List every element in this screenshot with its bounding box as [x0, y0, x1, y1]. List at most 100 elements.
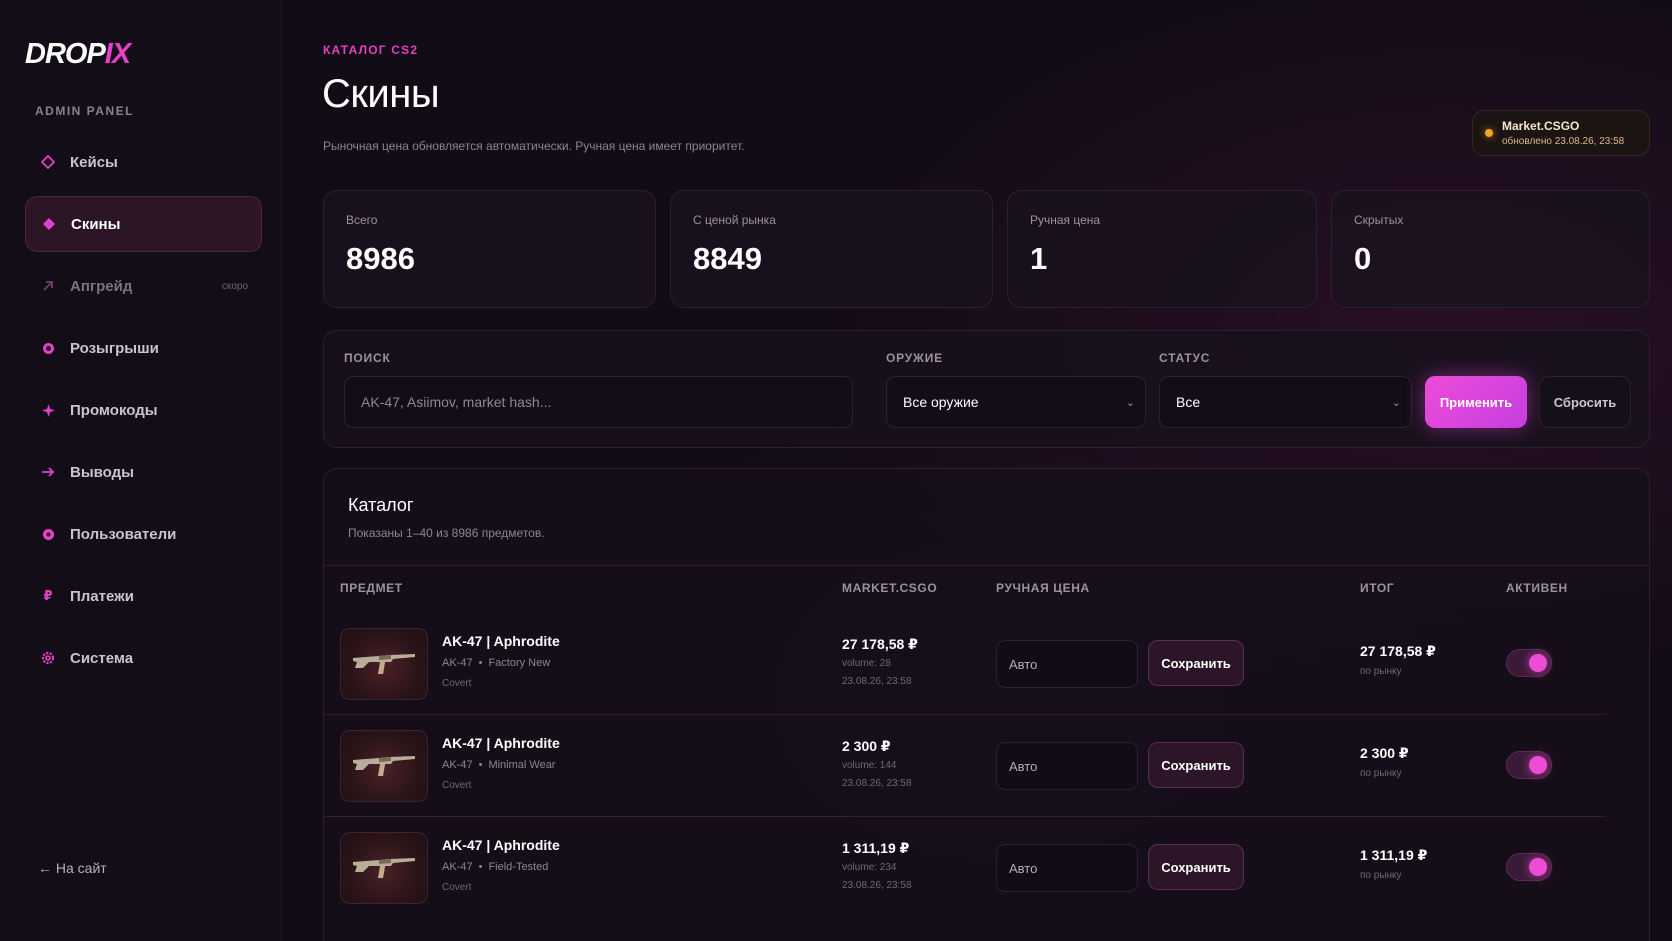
status-dot-icon [1485, 129, 1493, 137]
skin-name: AK-47 | Aphrodite [442, 837, 560, 853]
rifle-icon [353, 654, 415, 674]
filter-panel: ПОИСК ОРУЖИЕ Все оружие ⌄ СТАТУС Все ⌄ П… [323, 330, 1650, 448]
chevron-down-icon: ⌄ [1125, 396, 1135, 409]
total-price: 27 178,58 ₽ [1360, 643, 1436, 659]
stat-card-total: Всего 8986 [323, 190, 656, 308]
save-button[interactable]: Сохранить [1148, 844, 1244, 890]
toggle-knob [1529, 858, 1547, 876]
column-header-total: ИТОГ [1360, 581, 1395, 595]
arrow-up-right-icon [40, 278, 56, 294]
market-volume: volume: 234 [842, 862, 897, 873]
active-toggle[interactable] [1506, 649, 1552, 677]
total-source: по рынку [1360, 768, 1402, 779]
status-label: СТАТУС [1159, 351, 1211, 365]
rifle-icon [353, 858, 415, 878]
target-icon [40, 340, 56, 356]
active-toggle[interactable] [1506, 751, 1552, 779]
stat-value: 8986 [346, 241, 415, 276]
sidebar-item-giveaways[interactable]: Розыгрыши [25, 320, 262, 376]
save-button[interactable]: Сохранить [1148, 742, 1244, 788]
rifle-icon [353, 756, 415, 776]
weapon-select-value: Все оружие [903, 394, 979, 410]
column-header-item: ПРЕДМЕТ [340, 581, 403, 595]
sidebar-item-system[interactable]: Система [25, 630, 262, 686]
save-button[interactable]: Сохранить [1148, 640, 1244, 686]
market-status-badge: Market.CSGO обновлено 23.08.26, 23:58 [1472, 110, 1650, 156]
table-row: AK-47 | Aphrodite AK-47 • Field-Tested Cov… [324, 817, 1606, 919]
chevron-down-icon: ⌄ [1391, 396, 1401, 409]
skin-rarity: Covert [442, 678, 472, 689]
skin-rarity: Covert [442, 780, 472, 791]
search-label: ПОИСК [344, 351, 391, 365]
skin-meta: AK-47 • Minimal Wear [442, 759, 556, 771]
skin-name: AK-47 | Aphrodite [442, 633, 560, 649]
total-source: по рынку [1360, 666, 1402, 677]
sidebar-item-label: Пользователи [70, 525, 177, 543]
market-price: 2 300 ₽ [842, 738, 891, 754]
catalog-panel: Каталог Показаны 1–40 из 8986 предметов.… [323, 468, 1650, 941]
sidebar-item-upgrade[interactable]: Апгрейд скоро [25, 258, 262, 314]
stat-label: Скрытых [1354, 213, 1404, 227]
sidebar-item-label: Платежи [70, 587, 134, 605]
diamond-filled-icon [41, 216, 57, 232]
stat-card-hidden: Скрытых 0 [1331, 190, 1650, 308]
sidebar-item-cases[interactable]: Кейсы [25, 134, 262, 190]
market-status-title: Market.CSGO [1502, 119, 1580, 133]
sidebar-item-users[interactable]: Пользователи [25, 506, 262, 562]
skin-rarity: Covert [442, 882, 472, 893]
toggle-knob [1529, 756, 1547, 774]
sidebar: DROPIX ADMIN PANEL Кейсы Скины Апгрейд с… [0, 0, 282, 941]
user-dot-icon [40, 526, 56, 542]
market-price: 1 311,19 ₽ [842, 840, 910, 856]
weapon-select[interactable]: Все оружие ⌄ [886, 376, 1146, 428]
skin-name: AK-47 | Aphrodite [442, 735, 560, 751]
catalog-subtitle: Показаны 1–40 из 8986 предметов. [348, 526, 545, 540]
diamond-outline-icon [40, 154, 56, 170]
panel-label: ADMIN PANEL [35, 104, 134, 118]
page-subtitle: Рыночная цена обновляется автоматически.… [323, 139, 745, 153]
back-to-site-link[interactable]: ← На сайт [38, 860, 107, 876]
sparkle-icon [40, 402, 56, 418]
soon-badge: скоро [221, 280, 248, 292]
active-toggle[interactable] [1506, 853, 1552, 881]
reset-button[interactable]: Сбросить [1539, 376, 1631, 428]
manual-price-input[interactable] [996, 742, 1138, 790]
search-input[interactable] [344, 376, 853, 428]
sidebar-item-skins[interactable]: Скины [25, 196, 262, 252]
sidebar-item-withdrawals[interactable]: Выводы [25, 444, 262, 500]
gear-icon [40, 650, 56, 666]
manual-price-input[interactable] [996, 844, 1138, 892]
sidebar-item-label: Выводы [70, 463, 134, 481]
sidebar-item-label: Промокоды [70, 401, 158, 419]
sidebar-nav: Кейсы Скины Апгрейд скоро Розыгрыши Пром… [25, 134, 262, 692]
stat-value: 1 [1030, 241, 1048, 276]
divider [324, 565, 1649, 566]
stat-value: 0 [1354, 241, 1372, 276]
manual-price-input[interactable] [996, 640, 1138, 688]
table-row: AK-47 | Aphrodite AK-47 • Factory New Cove… [324, 613, 1606, 715]
status-select-value: Все [1176, 394, 1201, 410]
stat-value: 8849 [693, 241, 762, 276]
total-source: по рынку [1360, 870, 1402, 881]
sidebar-item-label: Апгрейд [70, 277, 133, 295]
market-volume: volume: 28 [842, 658, 891, 669]
sidebar-item-promocodes[interactable]: Промокоды [25, 382, 262, 438]
skin-thumbnail [340, 832, 428, 904]
arrow-right-icon [40, 464, 56, 480]
total-price: 1 311,19 ₽ [1360, 847, 1428, 863]
stat-label: Ручная цена [1030, 213, 1101, 227]
skin-meta: AK-47 • Field-Tested [442, 861, 549, 873]
market-updated: 23.08.26, 23:58 [842, 778, 912, 789]
toggle-knob [1529, 654, 1547, 672]
stat-label: Всего [346, 213, 378, 227]
market-status-updated: обновлено 23.08.26, 23:58 [1502, 136, 1625, 147]
sidebar-item-payments[interactable]: ₽ Платежи [25, 568, 262, 624]
apply-button[interactable]: Применить [1425, 376, 1527, 428]
ruble-icon: ₽ [43, 588, 53, 603]
table-row: AK-47 | Aphrodite AK-47 • Minimal Wear Cov… [324, 715, 1606, 817]
skin-thumbnail [340, 628, 428, 700]
status-select[interactable]: Все ⌄ [1159, 376, 1412, 428]
logo[interactable]: DROPIX [25, 38, 131, 71]
total-price: 2 300 ₽ [1360, 745, 1409, 761]
market-updated: 23.08.26, 23:58 [842, 676, 912, 687]
